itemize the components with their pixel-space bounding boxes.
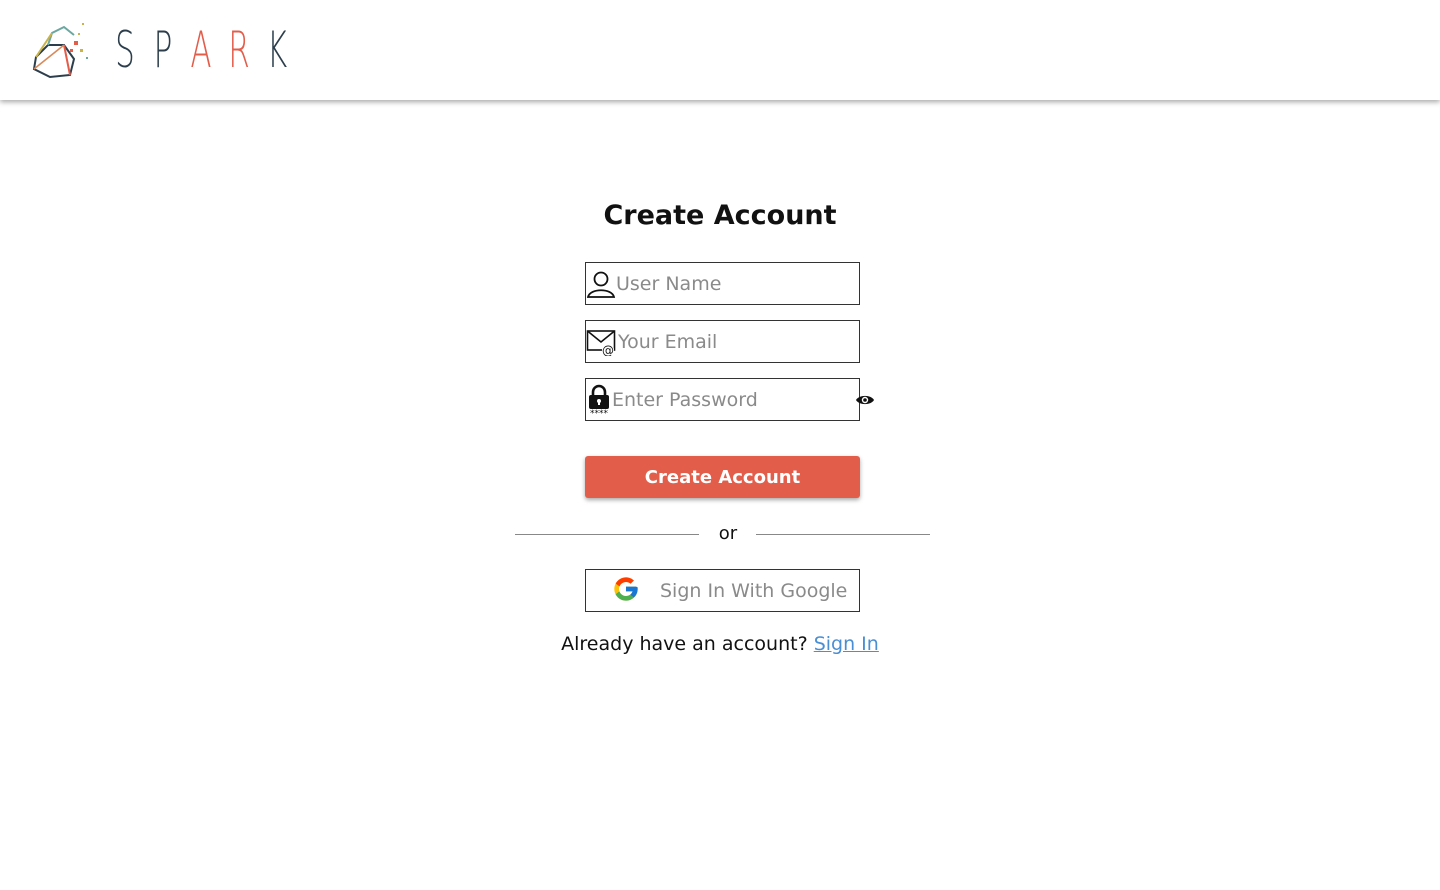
password-field[interactable]: ****: [585, 378, 874, 421]
svg-text:@: @: [602, 343, 614, 356]
logo-letter: K: [266, 21, 288, 79]
username-input[interactable]: [616, 263, 859, 304]
signin-prompt: Already have an account? Sign In: [0, 633, 1440, 655]
signin-link[interactable]: Sign In: [814, 633, 879, 655]
username-field[interactable]: [585, 262, 860, 305]
have-account-text: Already have an account?: [561, 633, 808, 655]
email-field[interactable]: @: [585, 320, 861, 363]
logo-letter: P: [153, 21, 173, 79]
page-title: Create Account: [603, 200, 837, 231]
user-icon: [586, 263, 616, 304]
logo-mark-icon: [32, 23, 88, 79]
password-input[interactable]: [612, 379, 855, 420]
top-header: S P A R K: [0, 0, 1440, 100]
logo-letter: R: [228, 21, 250, 79]
spark-logo[interactable]: S P A R K: [30, 19, 296, 81]
create-account-form: Create Account @: [0, 0, 1440, 890]
email-input[interactable]: [618, 321, 861, 362]
divider-line-left: [515, 534, 699, 535]
logo-letter: S: [115, 21, 135, 79]
lock-icon: ****: [586, 379, 612, 420]
divider-line-right: [756, 534, 930, 535]
logo-wordmark: S P A R K: [106, 25, 296, 75]
svg-text:****: ****: [590, 409, 609, 416]
google-signin-label: Sign In With Google: [660, 579, 848, 602]
eye-icon[interactable]: [855, 393, 875, 407]
google-signin-button[interactable]: Sign In With Google: [585, 569, 860, 612]
create-account-button[interactable]: Create Account: [585, 456, 860, 498]
or-divider-text: or: [718, 523, 738, 544]
logo-letter: A: [190, 21, 212, 79]
google-icon: [612, 575, 640, 607]
mail-icon: @: [586, 321, 618, 362]
